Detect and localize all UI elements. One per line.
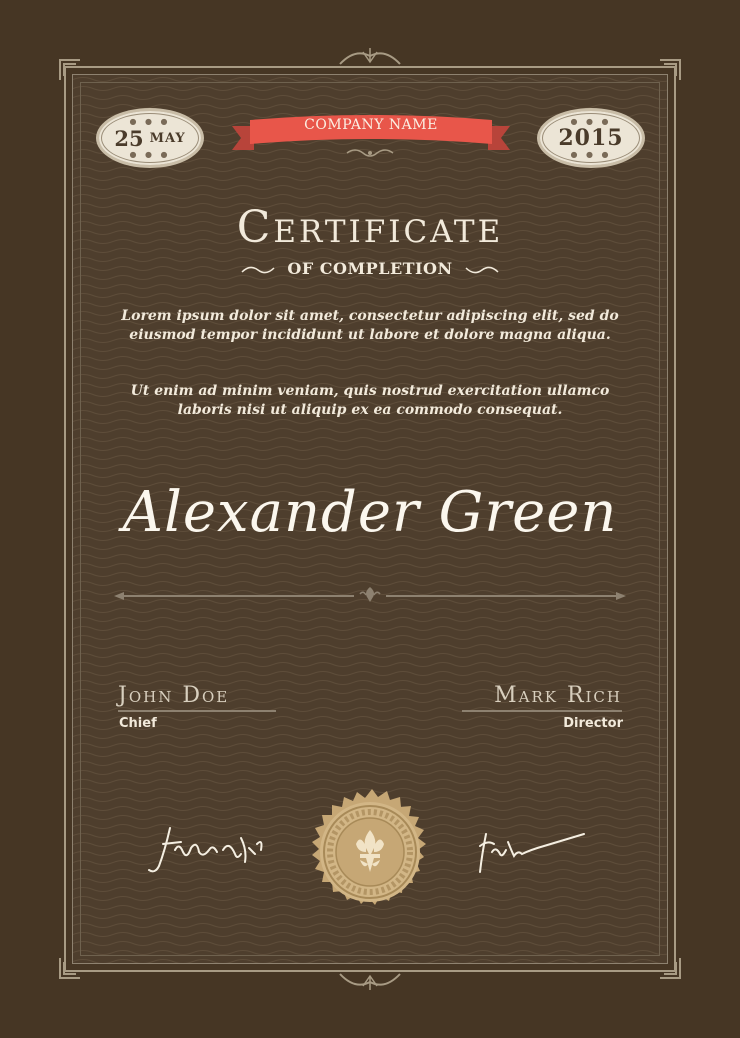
company-name: COMPANY NAME — [304, 117, 438, 133]
swash-right-icon — [465, 266, 499, 273]
top-ornament-icon — [339, 48, 401, 65]
signer-role-left: Chief — [119, 716, 157, 731]
year-value: 2015 — [558, 125, 624, 151]
date-day: 25 — [114, 125, 144, 151]
corner-ornament-icon — [660, 59, 681, 80]
fleur-de-lis-divider-icon — [114, 587, 626, 602]
signer-name-left: John Doe — [118, 683, 230, 708]
bottom-ornament-icon — [339, 973, 401, 990]
badge-dots-icon: ● ● ● — [129, 117, 171, 126]
swash-left-icon — [241, 266, 275, 273]
signer-underline — [118, 710, 276, 712]
certificate-subtitle: OF COMPLETION — [287, 259, 453, 278]
year-badge: ● ● ● 2015 ● ● ● — [537, 108, 645, 168]
body-paragraph-2: Ut enim ad minim veniam, quis nostrud ex… — [130, 383, 610, 418]
date-badge: ● ● ● 25 MAY ● ● ● — [96, 108, 204, 168]
recipient-name: Alexander Green — [122, 480, 618, 545]
body-paragraph-1: Lorem ipsum dolor sit amet, consectetur … — [121, 308, 619, 343]
certificate-title: Certificate — [236, 202, 504, 253]
fleur-de-lis-seal-icon — [302, 784, 438, 920]
corner-ornament-icon — [59, 59, 80, 80]
subtitle-row: OF COMPLETION — [0, 258, 740, 278]
flourish-icon — [346, 149, 394, 157]
certificate: ● ● ● 25 MAY ● ● ● COMPANY NAME ● ● ● 20… — [0, 0, 740, 1038]
signature-left — [148, 827, 263, 873]
corner-ornament-icon — [660, 958, 681, 979]
badge-dots-icon: ● ● ● — [570, 150, 612, 159]
signer-name-right: Mark Rich — [494, 683, 622, 708]
signer-underline — [462, 710, 622, 712]
corner-ornament-icon — [59, 958, 80, 979]
signature-right — [479, 833, 585, 873]
badge-dots-icon: ● ● ● — [570, 117, 612, 126]
date-month: MAY — [149, 130, 186, 146]
signer-role-right: Director — [563, 716, 623, 731]
badge-dots-icon: ● ● ● — [129, 150, 171, 159]
